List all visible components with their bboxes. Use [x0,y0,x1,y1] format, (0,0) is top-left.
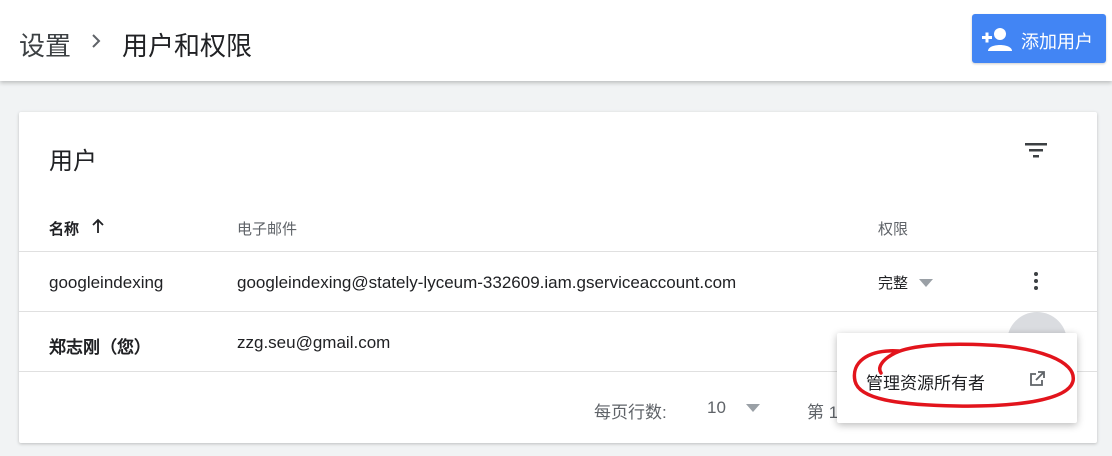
filter-icon[interactable] [1022,138,1050,162]
divider [19,311,1097,312]
row-1-email: googleindexing@stately-lyceum-332609.iam… [237,273,737,292]
rows-per-page-select[interactable]: 10 [707,398,726,418]
column-header-permission: 权限 [878,221,909,238]
open-in-new-icon[interactable] [1027,369,1047,389]
arrow-up-icon[interactable] [91,217,105,235]
add-user-button[interactable]: 添加用户 [972,14,1106,63]
menu-item-manage-owners[interactable]: 管理资源所有者 [866,369,985,394]
rows-per-page-label: 每页行数: [594,403,667,422]
card-title: 用户 [49,148,97,175]
row-2-email: zzg.seu@gmail.com [237,333,391,352]
column-header-name[interactable]: 名称 [49,218,79,239]
row-2-name: 郑志刚（您） [49,338,151,357]
row-1-name: googleindexing [49,273,164,292]
context-menu: 管理资源所有者 [837,333,1077,423]
column-header-email: 电子邮件 [237,221,298,238]
person-add-icon [982,28,1012,51]
more-vert-icon[interactable] [1026,269,1046,295]
add-user-label: 添加用户 [1021,32,1093,52]
row-1-permission-select[interactable]: 完整 [878,272,908,293]
app-header: 设置 用户和权限 添加用户 [0,0,1112,81]
caret-down-icon[interactable] [919,279,933,287]
caret-down-icon[interactable] [746,404,760,412]
chevron-right-icon [92,34,101,48]
page-title: 用户和权限 [122,31,253,61]
breadcrumb-settings[interactable]: 设置 [19,26,71,63]
divider [19,251,1097,252]
